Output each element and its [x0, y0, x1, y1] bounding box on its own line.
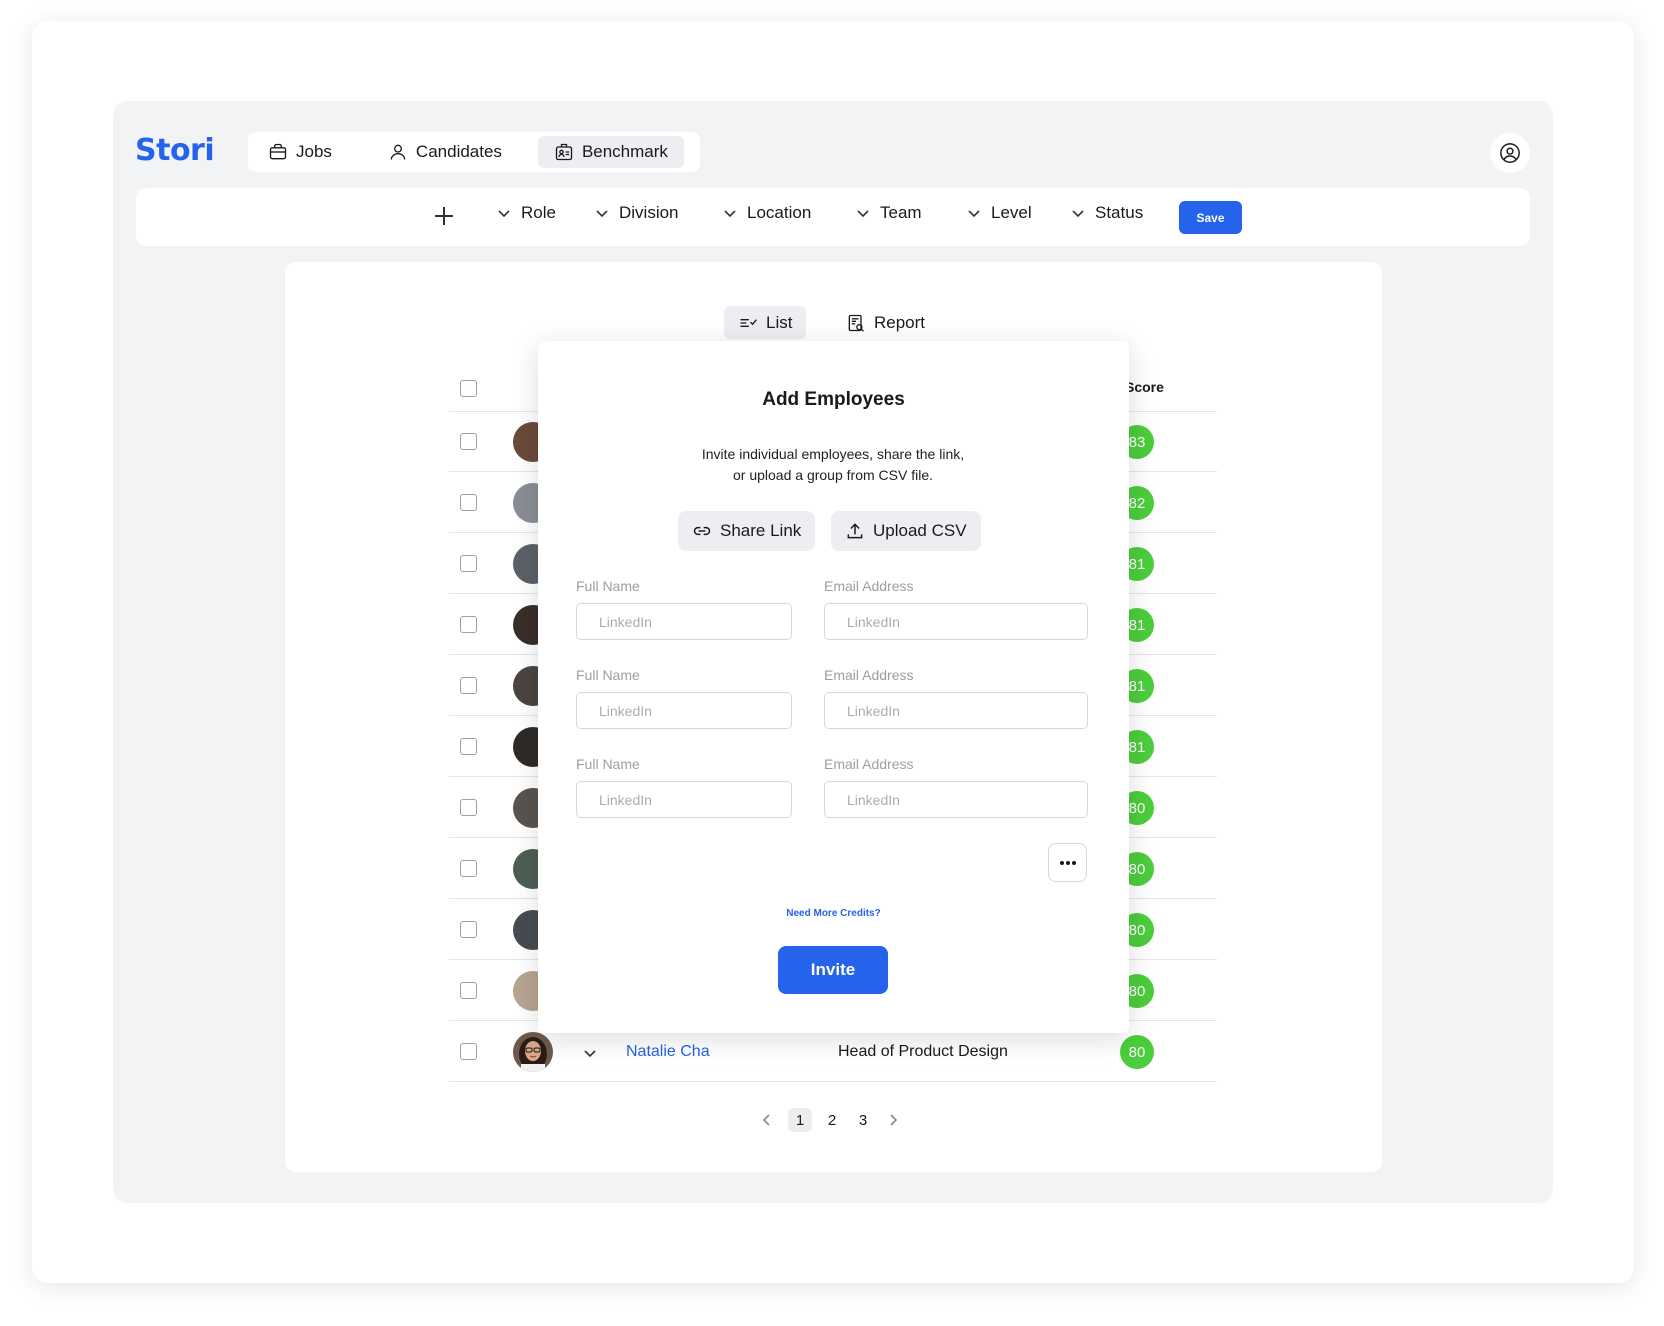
page-1[interactable]: 1: [788, 1108, 812, 1132]
upload-csv-label: Upload CSV: [873, 521, 967, 540]
next-page-chevron-icon[interactable]: [886, 1112, 900, 1128]
page-2[interactable]: 2: [820, 1108, 844, 1132]
modal-title: Add Employees: [762, 389, 905, 410]
filter-division[interactable]: Division: [595, 203, 679, 223]
filter-role-label: Role: [521, 203, 556, 222]
briefcase-icon: [269, 143, 287, 160]
row-checkbox[interactable]: [460, 860, 477, 877]
more-options-button[interactable]: [1048, 843, 1087, 882]
list-check-icon: [740, 318, 757, 327]
column-header-score[interactable]: Score: [1125, 379, 1164, 395]
chevron-down-icon: [724, 210, 736, 218]
row-checkbox[interactable]: [460, 677, 477, 694]
email-label: Email Address: [824, 578, 914, 594]
full-name-label: Full Name: [576, 667, 640, 683]
user-circle-icon: [1500, 143, 1520, 163]
row-divider: [449, 1081, 1217, 1082]
tab-report-label: Report: [874, 312, 926, 332]
modal-description: Invite individual employees, share the l…: [633, 444, 1033, 486]
row-checkbox[interactable]: [460, 799, 477, 816]
prev-page-chevron-icon[interactable]: [760, 1112, 774, 1128]
filter-level[interactable]: Level: [967, 203, 1032, 223]
full-name-field-3[interactable]: [576, 781, 792, 818]
page-3[interactable]: 3: [851, 1108, 875, 1132]
row-checkbox[interactable]: [460, 433, 477, 450]
chevron-down-icon: [968, 210, 980, 218]
tab-list-label: List: [766, 312, 793, 332]
full-name-field-2[interactable]: [576, 692, 792, 729]
full-name-field-1[interactable]: [576, 603, 792, 640]
filter-team-label: Team: [880, 203, 922, 222]
filter-bar: [136, 188, 1530, 246]
report-icon: [848, 314, 864, 332]
email-field-3[interactable]: [824, 781, 1088, 818]
filter-location-label: Location: [747, 203, 812, 222]
need-more-credits-link[interactable]: Need More Credits?: [538, 908, 1129, 919]
nav-jobs[interactable]: Jobs: [252, 136, 348, 168]
full-name-label: Full Name: [576, 578, 640, 594]
link-icon: [693, 526, 711, 536]
filter-division-label: Division: [619, 203, 679, 222]
modal-description-line1: Invite individual employees, share the l…: [701, 446, 965, 462]
employee-title: Head of Product Design: [838, 1043, 1008, 1060]
upload-csv-button[interactable]: Upload CSV: [831, 511, 981, 551]
row-checkbox[interactable]: [460, 738, 477, 755]
main-nav: Jobs Candidates Benchmark: [248, 132, 700, 172]
expand-chevron-icon[interactable]: [582, 1045, 598, 1061]
filter-status-label: Status: [1095, 203, 1144, 222]
nav-jobs-label: Jobs: [296, 142, 332, 161]
nav-candidates-label: Candidates: [415, 142, 502, 161]
nav-candidates[interactable]: Candidates: [372, 136, 518, 168]
benchmark-icon: [555, 143, 573, 161]
filter-status[interactable]: Status: [1071, 203, 1143, 223]
row-checkbox[interactable]: [460, 921, 477, 938]
row-checkbox[interactable]: [460, 494, 477, 511]
add-filter-plus-icon[interactable]: [433, 205, 455, 227]
tab-report[interactable]: Report: [832, 306, 939, 339]
select-all-checkbox[interactable]: [460, 380, 477, 397]
tab-list[interactable]: List: [724, 306, 807, 339]
filter-role[interactable]: Role: [497, 203, 556, 223]
invite-button[interactable]: Invite: [778, 946, 888, 994]
row-checkbox[interactable]: [460, 555, 477, 572]
share-link-button[interactable]: Share Link: [678, 511, 816, 551]
share-link-label: Share Link: [720, 521, 802, 540]
ellipsis-icon: [1059, 860, 1076, 865]
email-field-2[interactable]: [824, 692, 1088, 729]
row-checkbox[interactable]: [460, 982, 477, 999]
upload-icon: [847, 523, 863, 539]
row-checkbox[interactable]: [460, 616, 477, 633]
save-button[interactable]: Save: [1179, 201, 1242, 234]
row-checkbox[interactable]: [460, 1043, 477, 1060]
chevron-down-icon: [498, 210, 510, 218]
email-label: Email Address: [824, 756, 914, 772]
email-field-1[interactable]: [824, 603, 1088, 640]
filter-location[interactable]: Location: [723, 203, 811, 223]
profile-button[interactable]: [1490, 133, 1530, 173]
portrait-graphic: [513, 1032, 553, 1072]
employee-name-link[interactable]: Natalie Cha: [626, 1043, 710, 1061]
score-badge: 80: [1120, 1035, 1154, 1069]
modal-description-line2: or upload a group from CSV file.: [733, 467, 933, 483]
nav-benchmark[interactable]: Benchmark: [537, 136, 684, 168]
filter-team[interactable]: Team: [856, 203, 922, 223]
stori-logo[interactable]: Stori: [135, 133, 215, 168]
chevron-down-icon: [857, 210, 869, 218]
full-name-label: Full Name: [576, 756, 640, 772]
user-icon: [390, 144, 406, 160]
nav-benchmark-label: Benchmark: [581, 142, 668, 161]
chevron-down-icon: [596, 210, 608, 218]
employee-avatar-natalie: [513, 1032, 553, 1072]
email-label: Email Address: [824, 667, 914, 683]
filter-level-label: Level: [991, 203, 1032, 222]
chevron-down-icon: [1072, 210, 1084, 218]
add-employees-modal: Add Employees Invite individual employee…: [538, 341, 1129, 1033]
